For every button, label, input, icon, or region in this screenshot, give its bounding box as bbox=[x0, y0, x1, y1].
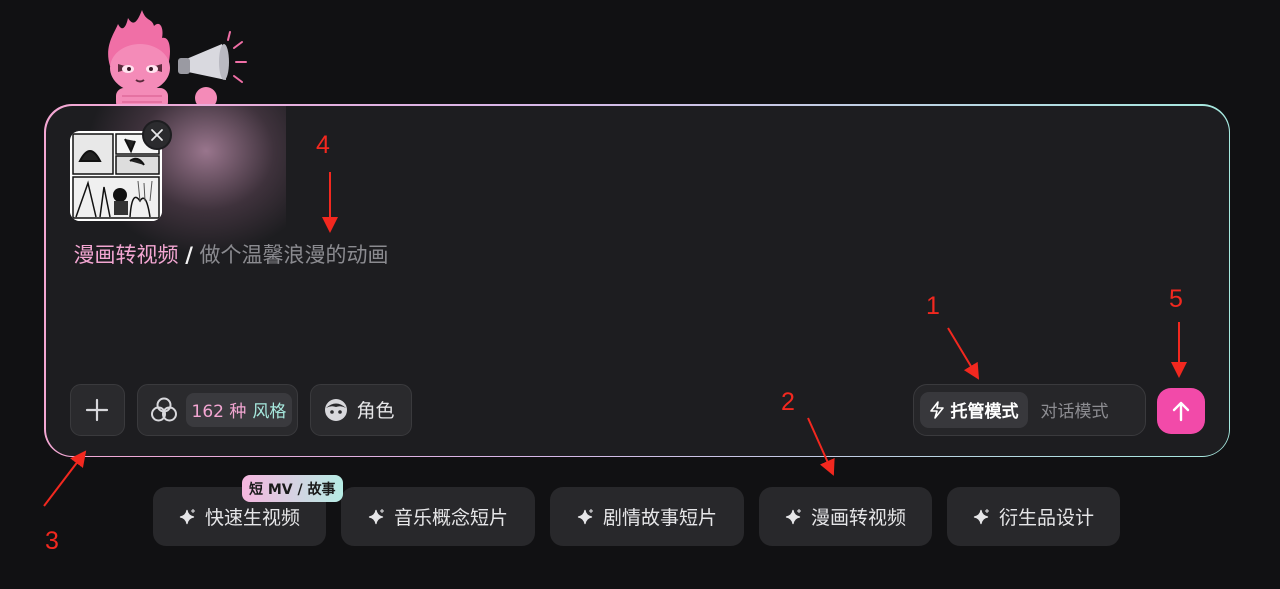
chip-badge: 短 MV / 故事 bbox=[242, 475, 343, 502]
prompt-card: 漫画转视频 / 做个温馨浪漫的动画 162 种 风格 角色 托管模式 对话模式 bbox=[44, 104, 1230, 457]
send-button[interactable] bbox=[1156, 387, 1205, 434]
chip-label: 剧情故事短片 bbox=[602, 507, 717, 529]
sparkle-icon bbox=[785, 508, 801, 524]
chip-merch-design[interactable]: 衍生品设计 bbox=[947, 487, 1120, 546]
sparkle-icon bbox=[179, 508, 195, 524]
remove-image-button[interactable] bbox=[141, 119, 172, 150]
add-button[interactable] bbox=[69, 383, 125, 436]
style-picker-button[interactable]: 162 种 风格 bbox=[136, 383, 298, 436]
style-count: 162 种 bbox=[191, 402, 247, 422]
prompt-text[interactable]: 做个温馨浪漫的动画 bbox=[200, 243, 389, 267]
managed-mode-option[interactable]: 托管模式 bbox=[919, 391, 1028, 428]
character-face-icon bbox=[324, 398, 347, 421]
role-button[interactable]: 角色 bbox=[309, 383, 412, 436]
mascot-illustration bbox=[108, 10, 247, 110]
annotation-2: 2 bbox=[781, 388, 795, 416]
annotation-4: 4 bbox=[316, 131, 330, 159]
annotation-3: 3 bbox=[45, 527, 59, 555]
sparkle-icon bbox=[973, 508, 989, 524]
sparkle-icon bbox=[368, 508, 384, 524]
prompt-separator: / bbox=[185, 242, 193, 267]
style-circles-icon bbox=[150, 397, 177, 421]
role-label: 角色 bbox=[356, 400, 395, 422]
chip-story-short[interactable]: 剧情故事短片 bbox=[550, 487, 744, 546]
lightning-icon bbox=[929, 400, 944, 419]
chip-music-concept[interactable]: 音乐概念短片 bbox=[341, 487, 535, 546]
managed-mode-label: 托管模式 bbox=[950, 402, 1019, 422]
annotation-5: 5 bbox=[1169, 285, 1183, 313]
sparkle-icon bbox=[577, 508, 593, 524]
chip-label: 音乐概念短片 bbox=[393, 507, 508, 529]
prompt-card-inner: 漫画转视频 / 做个温馨浪漫的动画 162 种 风格 角色 托管模式 对话模式 bbox=[45, 105, 1229, 456]
chip-label: 快速生视频 bbox=[204, 507, 300, 529]
annotation-arrow-3 bbox=[43, 450, 87, 507]
annotation-1: 1 bbox=[926, 292, 940, 320]
mode-switch: 托管模式 对话模式 bbox=[912, 383, 1146, 436]
chat-mode-label: 对话模式 bbox=[1040, 402, 1109, 422]
chip-label: 衍生品设计 bbox=[998, 507, 1094, 529]
chip-manga-to-video[interactable]: 漫画转视频 bbox=[759, 487, 932, 546]
prompt-input[interactable]: 漫画转视频 / 做个温馨浪漫的动画 bbox=[74, 240, 389, 270]
style-count-pill: 162 种 风格 bbox=[185, 392, 293, 427]
arrow-up-icon bbox=[1172, 401, 1189, 421]
chat-mode-option[interactable]: 对话模式 bbox=[1032, 392, 1118, 428]
close-icon bbox=[150, 128, 163, 141]
prompt-scenario-tag[interactable]: 漫画转视频 bbox=[74, 243, 179, 267]
style-word: 风格 bbox=[252, 402, 287, 422]
chip-label: 漫画转视频 bbox=[810, 507, 906, 529]
plus-icon bbox=[85, 398, 109, 421]
